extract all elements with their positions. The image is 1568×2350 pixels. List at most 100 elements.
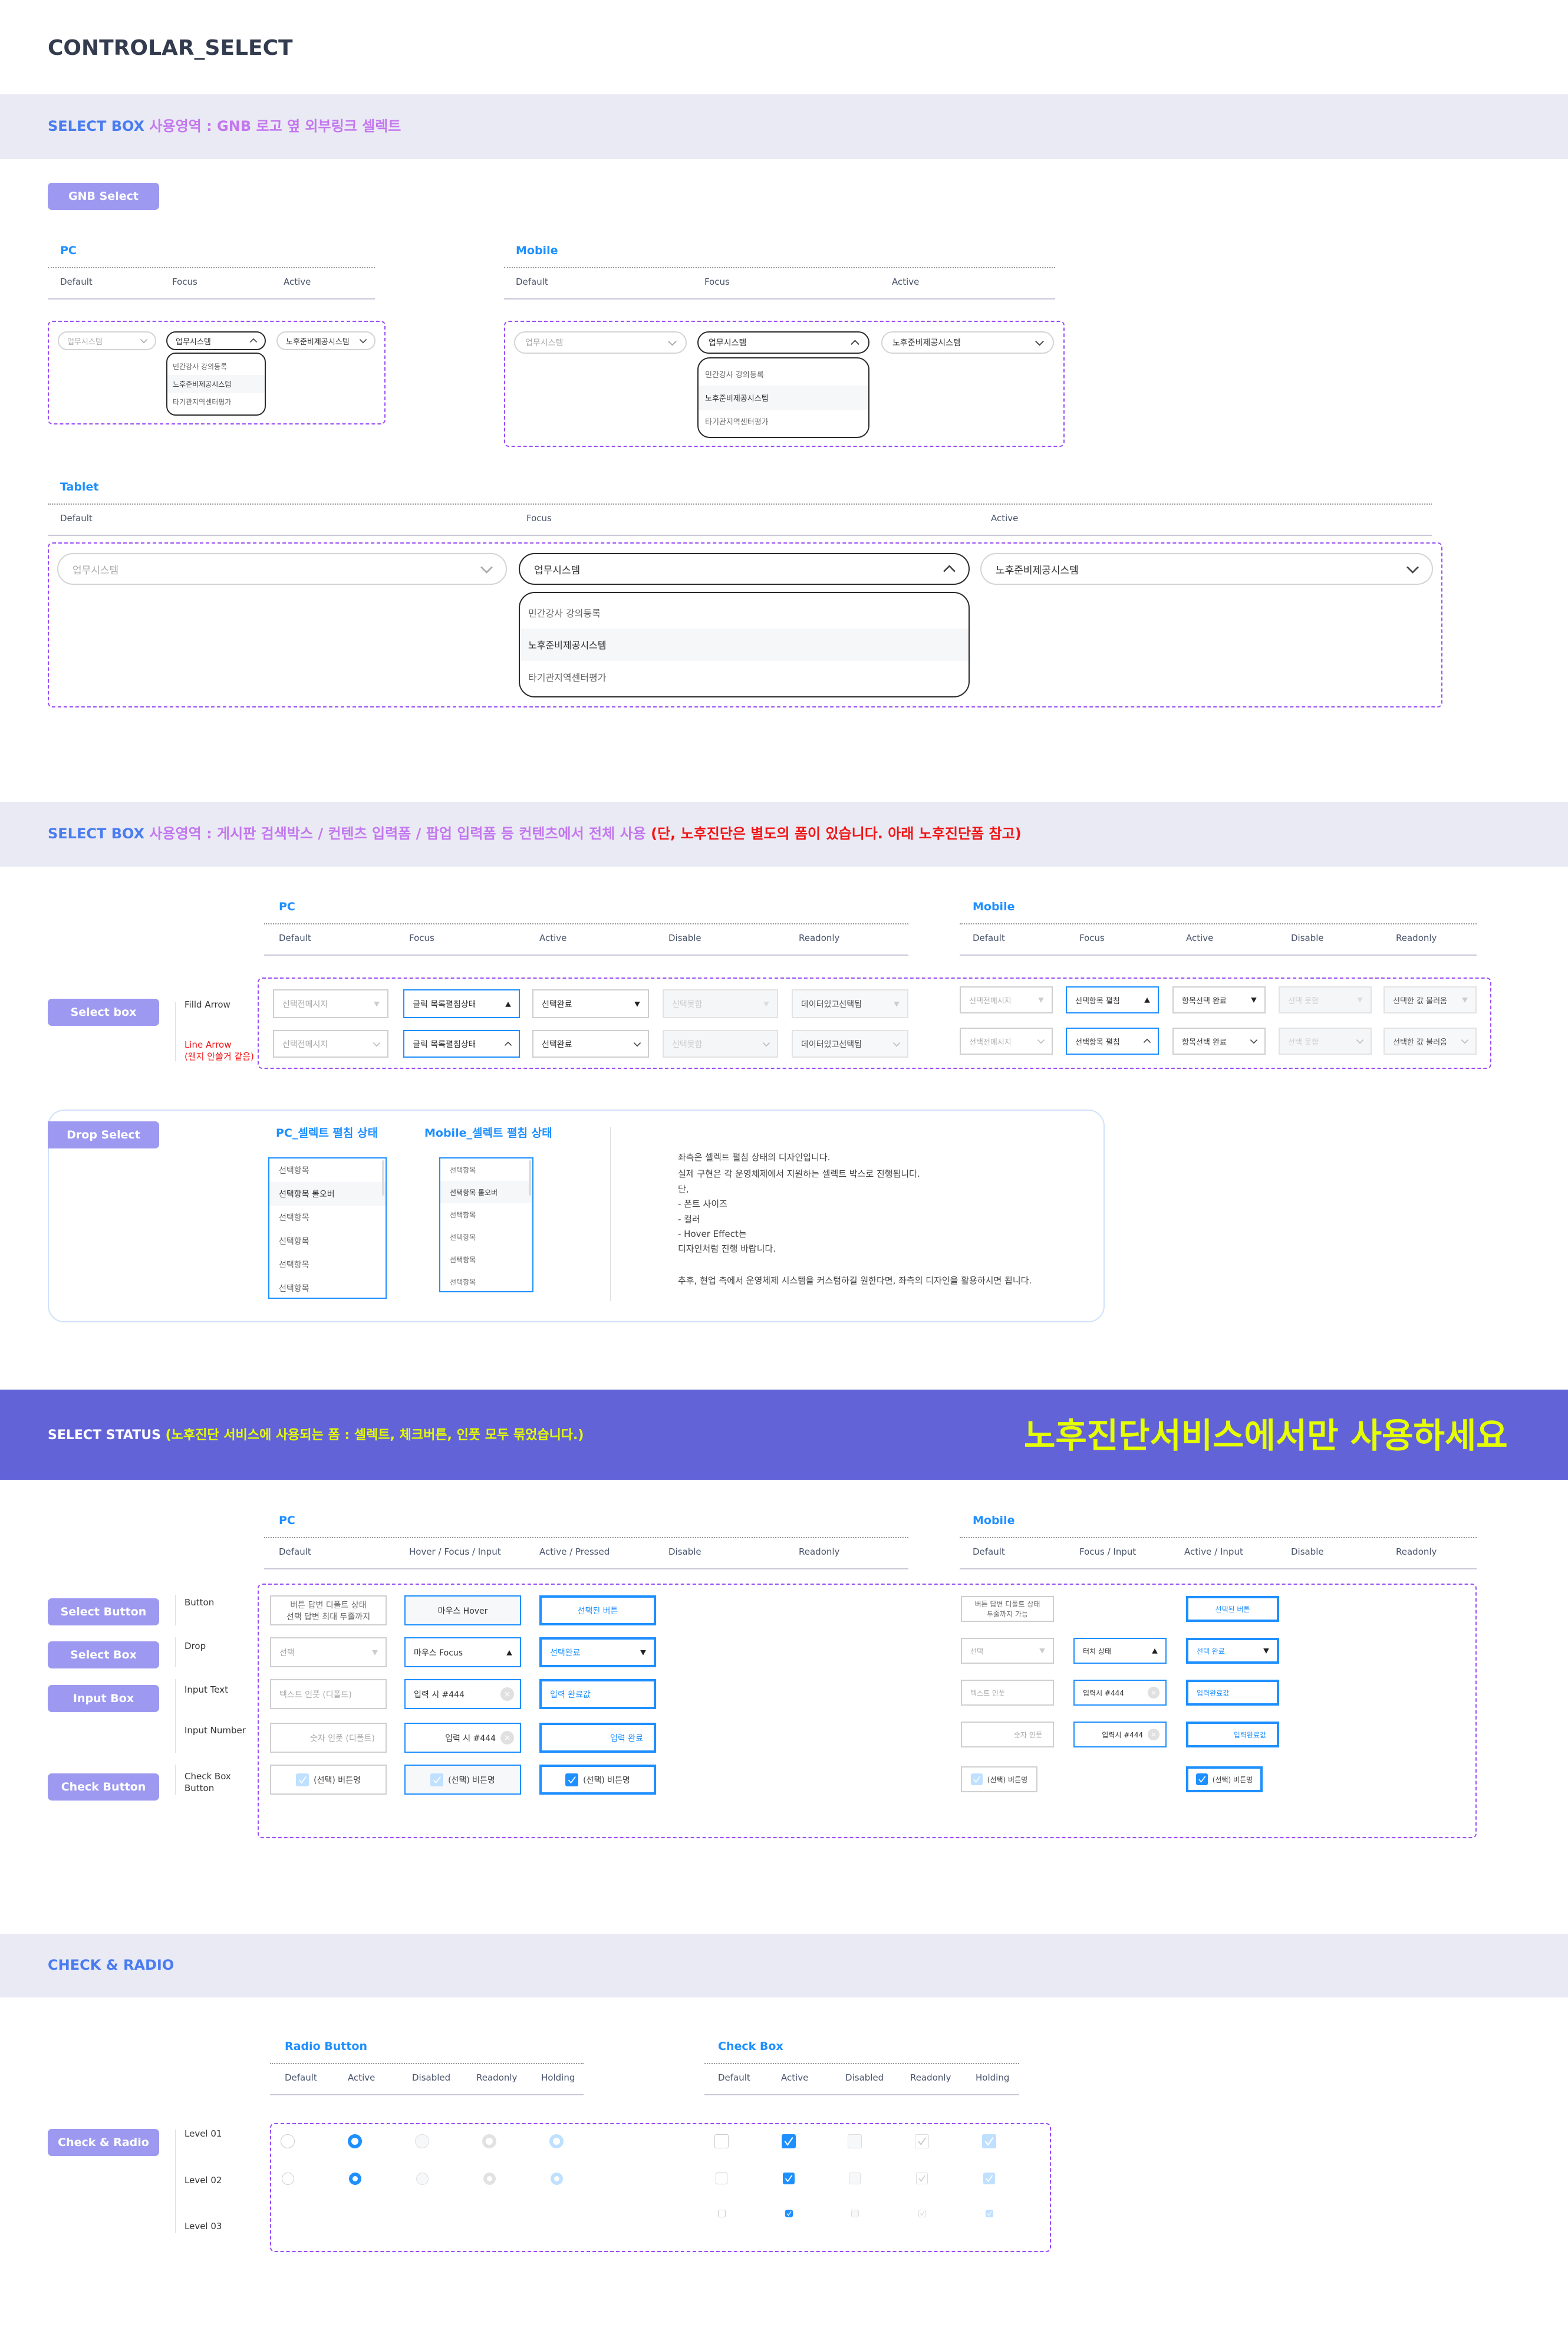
- checkbox-active[interactable]: [783, 2173, 795, 2184]
- checkbox-active[interactable]: [782, 2134, 796, 2148]
- dropdown-option[interactable]: 선택항목: [440, 1203, 532, 1226]
- pc-status-button-focus[interactable]: 마우스 Hover: [404, 1595, 521, 1625]
- radio-active[interactable]: [348, 2134, 362, 2148]
- dropdown-option[interactable]: 타기관지역센터평가: [167, 393, 265, 411]
- dropdown-option[interactable]: 민간강사 강의등록: [520, 597, 969, 628]
- checkbox-readonly[interactable]: [916, 2173, 928, 2184]
- pc-status-check-button-active[interactable]: (선택) 버튼명: [539, 1765, 656, 1795]
- mobile-status-input-number-active[interactable]: 입력완료값: [1186, 1722, 1279, 1747]
- pc-select-line-active[interactable]: 선택완료: [532, 1030, 649, 1058]
- dropdown-option[interactable]: 선택항목: [269, 1158, 386, 1182]
- radio-holding[interactable]: [549, 2134, 564, 2148]
- check-radio-button[interactable]: Check & Radio: [48, 2129, 159, 2156]
- clear-icon[interactable]: ×: [500, 1731, 514, 1745]
- mobile-status-check-button-default[interactable]: (선택) 버튼명: [961, 1766, 1037, 1792]
- mobile-select-line-default[interactable]: 선택전메시지: [960, 1028, 1053, 1055]
- checkbox-default[interactable]: [716, 2173, 727, 2184]
- dropdown-option[interactable]: 선택항목 롤오버: [269, 1182, 386, 1206]
- mobile-status-input-text-focus[interactable]: 입력시 #444 ×: [1073, 1680, 1167, 1706]
- dropdown-option[interactable]: 선택항목: [440, 1271, 532, 1291]
- mobile-status-drop-active[interactable]: 선택 완료: [1186, 1638, 1279, 1664]
- input-box-label[interactable]: Input Box: [48, 1685, 159, 1712]
- gnb-mobile-select-focus[interactable]: 업무시스템: [697, 331, 869, 354]
- scrollbar-thumb[interactable]: [529, 1160, 531, 1196]
- dropdown-option[interactable]: 민간강사 강의등록: [167, 357, 265, 375]
- gnb-tablet-select-default[interactable]: 업무시스템: [57, 553, 507, 585]
- gnb-tablet-select-active[interactable]: 노후준비제공시스템: [980, 553, 1433, 585]
- gnb-pc-select-default[interactable]: 업무시스템: [58, 331, 156, 350]
- mobile-select-filled-active[interactable]: 항목선택 완료: [1172, 986, 1266, 1013]
- dropdown-option[interactable]: 선택항목: [440, 1158, 532, 1181]
- gnb-select-button[interactable]: GNB Select: [48, 183, 159, 210]
- clear-icon[interactable]: ×: [1148, 1687, 1159, 1699]
- dropdown-option[interactable]: 선택항목: [440, 1226, 532, 1248]
- mobile-status-input-text-active[interactable]: 입력완료값: [1186, 1680, 1279, 1706]
- mobile-status-input-text-default[interactable]: 텍스트 인풋: [961, 1680, 1054, 1706]
- dropdown-option[interactable]: 선택항목: [269, 1276, 386, 1298]
- mobile-status-button-active[interactable]: 선택된 버튼: [1186, 1596, 1279, 1622]
- checkbox-icon[interactable]: [296, 1773, 309, 1786]
- pc-status-input-text-active[interactable]: 입력 완료값: [539, 1679, 656, 1709]
- checkbox-holding[interactable]: [985, 2209, 993, 2217]
- checkbox-default[interactable]: [717, 2209, 726, 2217]
- checkbox-holding[interactable]: [983, 2173, 995, 2184]
- drop-select-button[interactable]: Drop Select: [48, 1121, 159, 1148]
- mobile-select-filled-focus[interactable]: 선택항목 펼침: [1066, 986, 1159, 1013]
- select-box-label[interactable]: Select Box: [48, 1641, 159, 1668]
- pc-select-filled-default[interactable]: 선택전메시지: [273, 989, 388, 1018]
- gnb-mobile-select-active[interactable]: 노후준비제공시스템: [881, 331, 1054, 354]
- mobile-select-filled-readonly[interactable]: 선택한 값 불러옴: [1383, 986, 1477, 1013]
- dropdown-option[interactable]: 선택항목 롤오버: [440, 1181, 532, 1203]
- checkbox-readonly[interactable]: [915, 2134, 929, 2148]
- pc-status-button-default[interactable]: 버튼 답변 디폴트 상태 선택 답변 최대 두줄까지: [270, 1595, 387, 1625]
- select-box-button[interactable]: Select box: [48, 999, 159, 1026]
- dropdown-option[interactable]: 타기관지역센터평가: [520, 661, 969, 693]
- pc-status-button-active[interactable]: 선택된 버튼: [539, 1595, 656, 1625]
- dropdown-option[interactable]: 노후준비제공시스템: [520, 628, 969, 661]
- mobile-status-check-button-active[interactable]: (선택) 버튼명: [1186, 1766, 1263, 1792]
- dropdown-option[interactable]: 민간강사 강의등록: [699, 362, 868, 386]
- scrollbar-thumb[interactable]: [382, 1160, 384, 1196]
- pc-status-check-button-default[interactable]: (선택) 버튼명: [270, 1765, 387, 1795]
- pc-select-filled-active[interactable]: 선택완료: [532, 989, 649, 1018]
- pc-status-drop-focus[interactable]: 마우스 Focus: [404, 1637, 521, 1667]
- clear-icon[interactable]: ×: [1148, 1729, 1159, 1740]
- mobile-select-filled-default[interactable]: 선택전메시지: [960, 986, 1053, 1013]
- pc-status-input-number-default[interactable]: 숫자 인풋 (디폴트): [270, 1723, 387, 1753]
- dropdown-option[interactable]: 선택항목: [269, 1229, 386, 1253]
- check-button-label[interactable]: Check Button: [48, 1773, 159, 1801]
- gnb-pc-select-focus[interactable]: 업무시스템: [166, 331, 266, 350]
- pc-select-line-default[interactable]: 선택전메시지: [273, 1030, 388, 1058]
- gnb-mobile-select-default[interactable]: 업무시스템: [514, 331, 687, 354]
- radio-readonly[interactable]: [482, 2134, 496, 2148]
- pc-status-input-number-active[interactable]: 입력 완료: [539, 1723, 656, 1753]
- dropdown-option[interactable]: 선택항목: [269, 1206, 386, 1229]
- pc-select-filled-focus[interactable]: 클릭 목록펼침상태: [403, 989, 520, 1018]
- mobile-status-button-default[interactable]: 버튼 답변 디폴트 상태 두줄까지 가능: [961, 1596, 1054, 1622]
- pc-status-drop-default[interactable]: 선택: [270, 1637, 387, 1667]
- pc-status-drop-active[interactable]: 선택완료: [539, 1637, 656, 1667]
- mobile-status-input-number-default[interactable]: 숫자 인풋: [961, 1722, 1054, 1747]
- clear-icon[interactable]: ×: [500, 1687, 514, 1701]
- checkbox-icon[interactable]: [970, 1773, 983, 1785]
- pc-select-filled-readonly[interactable]: 데이터있고선택됨: [792, 989, 908, 1018]
- select-button-label[interactable]: Select Button: [48, 1598, 159, 1625]
- pc-select-line-readonly[interactable]: 데이터있고선택됨: [792, 1030, 908, 1058]
- checkbox-default[interactable]: [714, 2134, 729, 2148]
- radio-holding[interactable]: [550, 2172, 563, 2185]
- checkbox-holding[interactable]: [982, 2134, 996, 2148]
- checkbox-icon[interactable]: [430, 1773, 444, 1786]
- checkbox-readonly[interactable]: [918, 2209, 926, 2217]
- mobile-select-line-readonly[interactable]: 선택한 값 불러옴: [1383, 1028, 1477, 1055]
- radio-readonly[interactable]: [483, 2172, 496, 2185]
- mobile-select-line-active[interactable]: 항목선택 완료: [1172, 1028, 1266, 1055]
- dropdown-option[interactable]: 타기관지역센터평가: [699, 410, 868, 433]
- checkbox-active[interactable]: [785, 2209, 793, 2217]
- dropdown-option[interactable]: 노후준비제공시스템: [167, 375, 265, 393]
- pc-select-line-focus[interactable]: 클릭 목록펼침상태: [403, 1030, 520, 1058]
- pc-status-input-number-focus[interactable]: 입력 시 #444 ×: [404, 1723, 521, 1753]
- radio-default[interactable]: [281, 2134, 295, 2148]
- dropdown-option[interactable]: 선택항목: [440, 1248, 532, 1271]
- mobile-status-drop-focus[interactable]: 터치 상태: [1073, 1638, 1167, 1664]
- pc-status-input-text-focus[interactable]: 입력 시 #444 ×: [404, 1679, 521, 1709]
